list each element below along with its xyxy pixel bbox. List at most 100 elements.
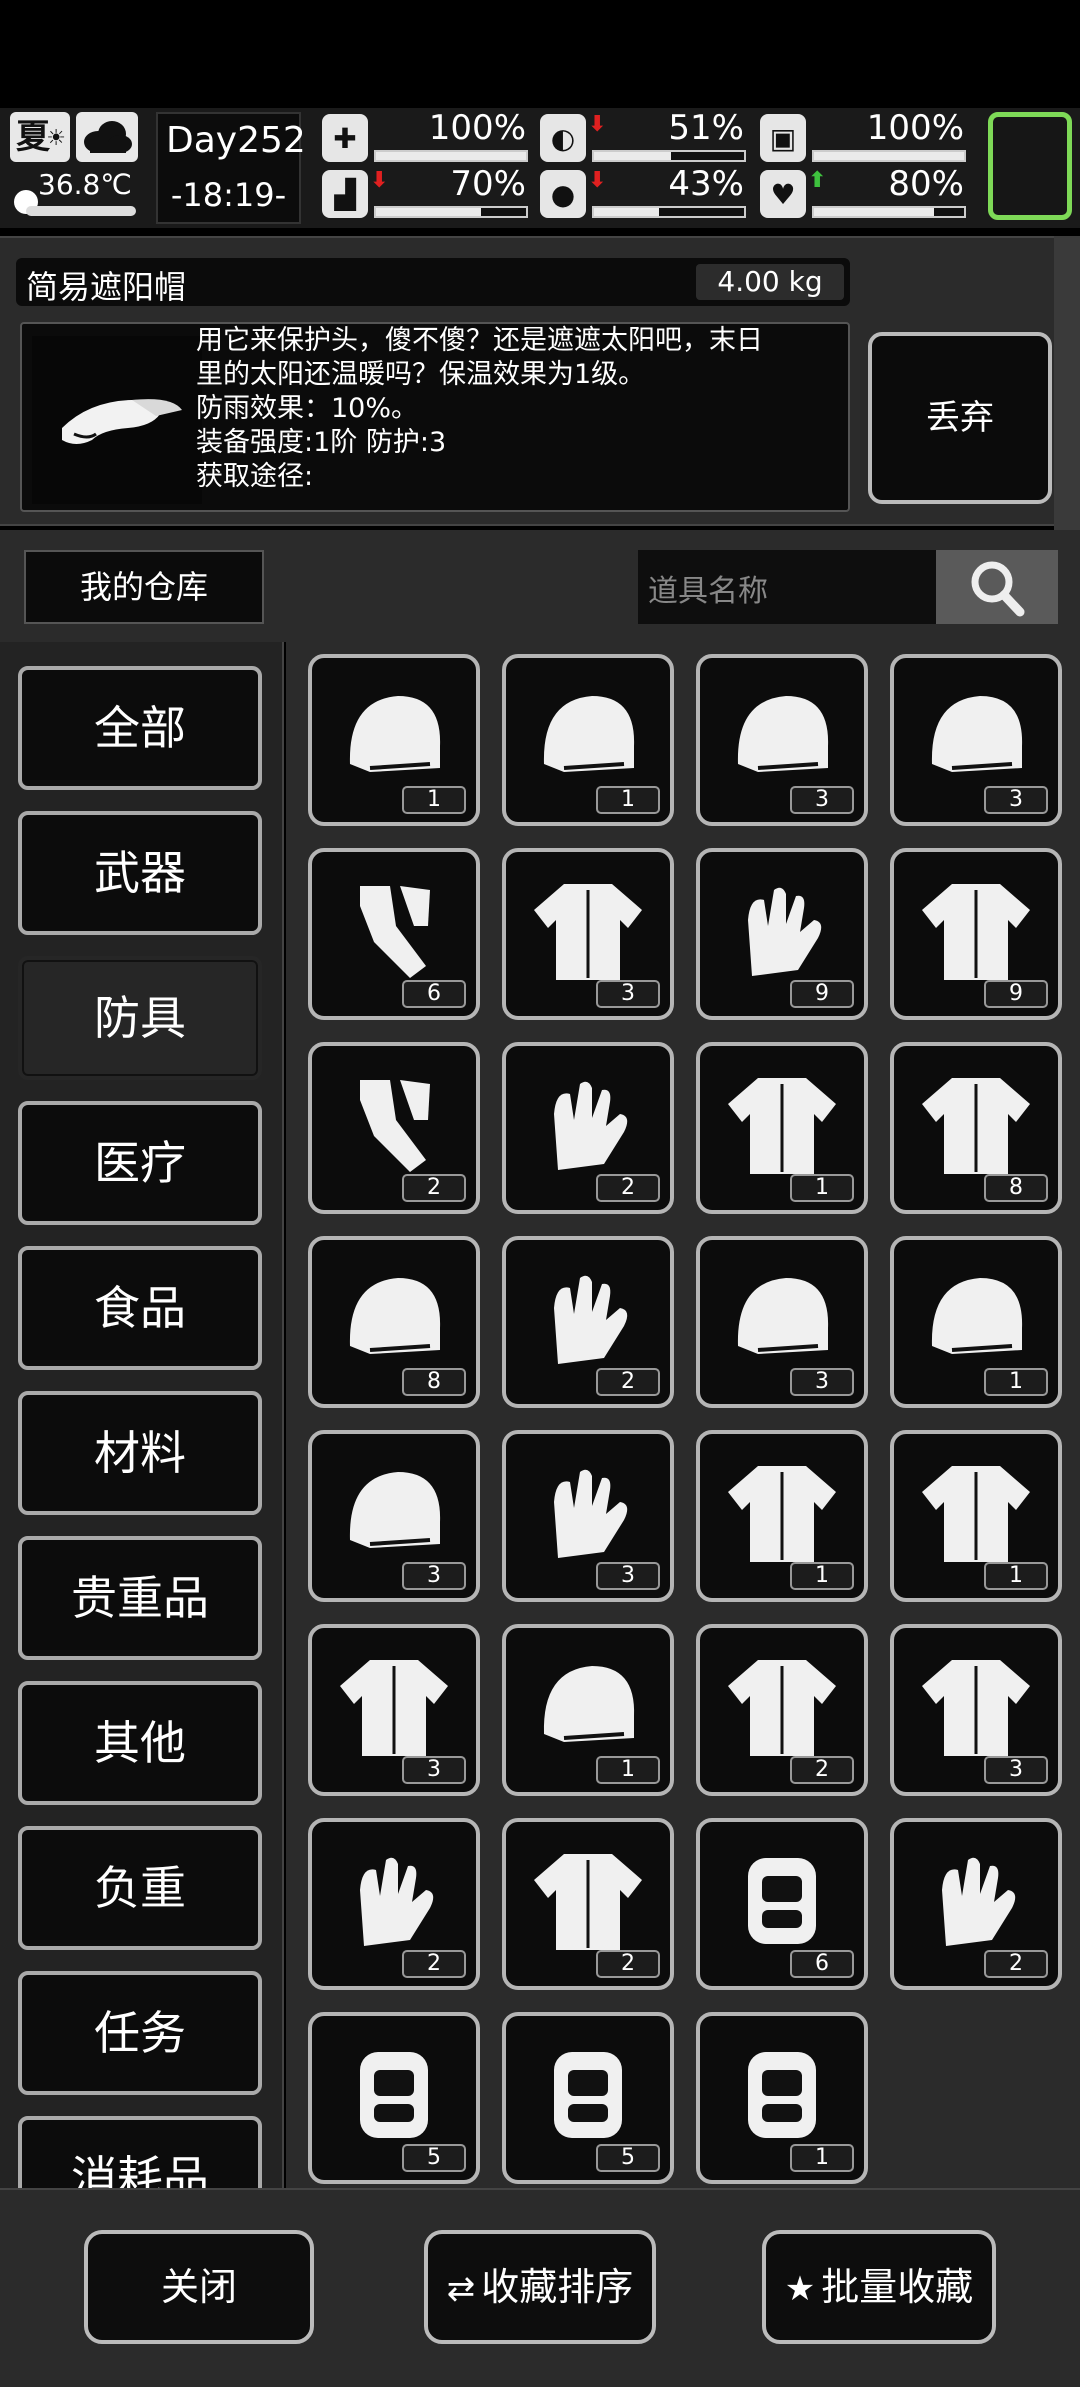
- inventory-item[interactable]: 2: [308, 1042, 480, 1214]
- long-glove-icon: [524, 1254, 652, 1382]
- item-count: 9: [984, 980, 1048, 1008]
- search-input[interactable]: 道具名称: [648, 566, 768, 610]
- category-item[interactable]: 材料: [18, 1391, 262, 1515]
- item-count: 2: [790, 1756, 854, 1784]
- bottom-bar: 关闭 ⇄ 收藏排序 ★ 批量收藏: [0, 2188, 1080, 2387]
- discard-button[interactable]: 丢弃: [868, 332, 1052, 504]
- item-description-box: 用它来保护头，傻不傻？还是遮遮太阳吧，末日 里的太阳还温暖吗？保温效果为1级。 …: [20, 322, 850, 512]
- category-item[interactable]: 医疗: [18, 1101, 262, 1225]
- favorite-sort-button[interactable]: ⇄ 收藏排序: [424, 2230, 656, 2344]
- category-label: 其他: [94, 1716, 186, 1770]
- inventory-item[interactable]: 1: [890, 1236, 1062, 1408]
- item-count: 1: [790, 1562, 854, 1590]
- close-button[interactable]: 关闭: [84, 2230, 314, 2344]
- category-item[interactable]: 武器: [18, 811, 262, 935]
- inventory-item[interactable]: 3: [502, 1430, 674, 1602]
- category-item[interactable]: 负重: [18, 1826, 262, 1950]
- item-count: 5: [596, 2144, 660, 2172]
- sort-arrows-icon: ⇄: [446, 2269, 476, 2309]
- inventory-item[interactable]: 1: [308, 654, 480, 826]
- item-count: 3: [984, 1756, 1048, 1784]
- biker-gloves-icon: [330, 1836, 458, 1964]
- description-line: 装备强度:1阶 防护:3: [196, 427, 447, 458]
- knee-pads-icon: [718, 1836, 846, 1964]
- category-item[interactable]: 其他: [18, 1681, 262, 1805]
- inventory-item[interactable]: 2: [502, 1818, 674, 1990]
- category-item[interactable]: 任务: [18, 1971, 262, 2095]
- description-line: 获取途径:: [196, 461, 314, 492]
- stat-value: 43%: [668, 164, 744, 204]
- item-count: 1: [596, 1756, 660, 1784]
- stat-meter: ▟ ⬇ 70%: [322, 164, 532, 222]
- stat-bar: [374, 206, 528, 218]
- my-storage-tab[interactable]: 我的仓库: [24, 550, 264, 624]
- inventory-item[interactable]: 1: [502, 1624, 674, 1796]
- inventory-item[interactable]: 3: [308, 1624, 480, 1796]
- category-item[interactable]: 全部: [18, 666, 262, 790]
- leg-wraps-icon: [330, 866, 458, 994]
- inventory-item[interactable]: 1: [696, 1042, 868, 1214]
- inventory-item[interactable]: 8: [308, 1236, 480, 1408]
- weather-cloud-icon: [76, 112, 138, 162]
- sort-label: 收藏排序: [481, 2265, 634, 2309]
- item-count: 3: [790, 1368, 854, 1396]
- inventory-item[interactable]: 2: [890, 1818, 1062, 1990]
- category-item[interactable]: 贵重品: [18, 1536, 262, 1660]
- inventory-item[interactable]: 1: [696, 1430, 868, 1602]
- description-line: 里的太阳还温暖吗？保温效果为1级。: [196, 359, 646, 390]
- raccoon-suit-icon: [718, 1448, 846, 1576]
- bucket-hat-icon: [330, 1254, 458, 1382]
- inventory-item[interactable]: 3: [502, 848, 674, 1020]
- fur-coat-icon: [912, 1642, 1040, 1770]
- inventory-item[interactable]: 8: [890, 1042, 1062, 1214]
- inventory-item[interactable]: 3: [696, 1236, 868, 1408]
- item-count: 2: [984, 1950, 1048, 1978]
- side-handle[interactable]: [1054, 236, 1080, 576]
- inventory-item[interactable]: 3: [890, 654, 1062, 826]
- item-count: 2: [402, 1950, 466, 1978]
- category-label: 消耗品: [71, 2151, 209, 2188]
- chest-armor-icon: [718, 2030, 846, 2158]
- inventory-item[interactable]: 1: [890, 1430, 1062, 1602]
- tactical-vest-icon: [718, 1642, 846, 1770]
- inventory-item[interactable]: 6: [308, 848, 480, 1020]
- search-button[interactable]: [936, 550, 1058, 624]
- inventory-item[interactable]: 3: [890, 1624, 1062, 1796]
- batch-favorite-button[interactable]: ★ 批量收藏: [762, 2230, 996, 2344]
- item-weight: 4.00 kg: [696, 264, 844, 300]
- stat-value: 51%: [668, 108, 744, 148]
- search-icon: [971, 561, 1025, 617]
- item-count: 6: [790, 1950, 854, 1978]
- inventory-item[interactable]: 2: [502, 1236, 674, 1408]
- inventory-item[interactable]: 6: [696, 1818, 868, 1990]
- category-label: 食品: [94, 1281, 186, 1335]
- item-count: 6: [402, 980, 466, 1008]
- inventory-item[interactable]: 5: [502, 2012, 674, 2184]
- inventory-item[interactable]: 1: [502, 654, 674, 826]
- stat-meter: ♥ ⬆ 80%: [760, 164, 970, 222]
- temperature-bar: [26, 206, 136, 216]
- jacket-icon: [912, 1060, 1040, 1188]
- category-item[interactable]: 食品: [18, 1246, 262, 1370]
- inventory-item[interactable]: 2: [502, 1042, 674, 1214]
- quick-slot[interactable]: [988, 112, 1072, 220]
- inventory-item[interactable]: 1: [696, 2012, 868, 2184]
- inventory-item[interactable]: 2: [308, 1818, 480, 1990]
- status-bar: 夏 ☀ 36.8℃ Day252 -18:19- ✚ 100% ◐ ⬇ 51% ▣ 100%…: [0, 108, 1080, 228]
- stat-bar: [812, 150, 966, 162]
- category-label: 医疗: [94, 1136, 186, 1190]
- category-item[interactable]: 消耗品: [18, 2116, 262, 2188]
- inventory-item[interactable]: 2: [696, 1624, 868, 1796]
- time-of-day: -18:19-: [170, 176, 287, 214]
- stat-bar-fill: [376, 152, 526, 160]
- item-count: 8: [402, 1368, 466, 1396]
- day-counter: Day252: [166, 120, 306, 161]
- inventory-item[interactable]: 3: [308, 1430, 480, 1602]
- storage-header: 我的仓库 道具名称: [0, 530, 1080, 642]
- stat-bar-fill: [376, 208, 481, 216]
- inventory-item[interactable]: 5: [308, 2012, 480, 2184]
- inventory-item[interactable]: 9: [890, 848, 1062, 1020]
- inventory-item[interactable]: 3: [696, 654, 868, 826]
- inventory-item[interactable]: 9: [696, 848, 868, 1020]
- category-item[interactable]: 防具: [18, 956, 262, 1080]
